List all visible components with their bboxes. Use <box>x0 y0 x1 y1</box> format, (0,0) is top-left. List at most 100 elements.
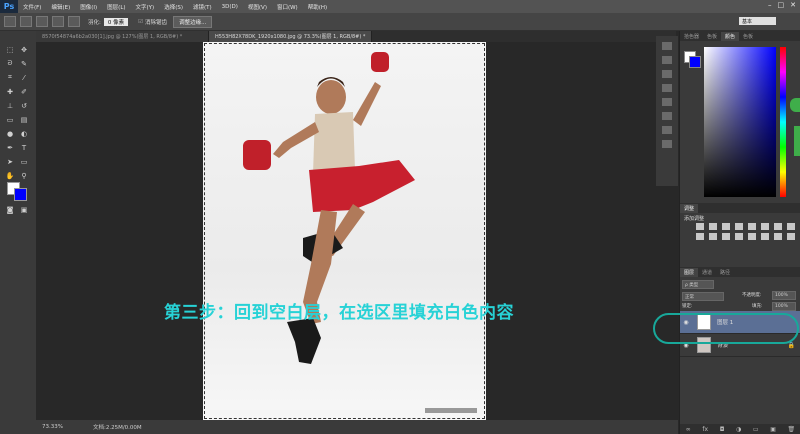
pen-tool-icon[interactable]: ✒ <box>5 143 15 152</box>
tab-channels[interactable]: 通道 <box>698 268 716 277</box>
type-tool-icon[interactable]: T <box>19 143 29 152</box>
levels-icon[interactable] <box>709 223 717 230</box>
menu-view[interactable]: 视图(V) <box>243 3 272 11</box>
blend-mode-select[interactable]: 正常 <box>682 292 724 301</box>
intersect-selection-icon[interactable] <box>68 16 80 27</box>
exposure-icon[interactable] <box>735 223 743 230</box>
hue-slider[interactable] <box>780 47 786 197</box>
quick-select-tool-icon[interactable]: ✎ <box>19 59 29 68</box>
close-button[interactable]: ✕ <box>790 1 796 9</box>
tab-document-2[interactable]: H553H82X78DK_1920x1080.jpg @ 73.3%(图层 1,… <box>209 31 372 42</box>
history-panel-icon[interactable] <box>662 42 672 50</box>
posterize-icon[interactable] <box>748 233 756 240</box>
gradient-tool-icon[interactable]: ▤ <box>19 115 29 124</box>
info-panel-icon[interactable] <box>662 84 672 92</box>
vibrance-icon[interactable] <box>748 223 756 230</box>
group-icon[interactable]: ▭ <box>753 426 759 433</box>
quick-mask-icon[interactable]: ◙ <box>5 205 15 214</box>
color-balance-icon[interactable] <box>774 223 782 230</box>
tab-picker[interactable]: 拾色器 <box>680 32 703 41</box>
canvas-area[interactable]: 第三步：回到空白层，在选区里填充白色内容 <box>36 42 678 420</box>
color-picker-field[interactable] <box>704 47 776 197</box>
menu-type[interactable]: 文字(Y) <box>131 3 160 11</box>
menu-file[interactable]: 文件(F) <box>18 3 46 11</box>
trash-icon[interactable]: 🗑 <box>787 426 795 433</box>
shape-tool-icon[interactable]: ▭ <box>19 157 29 166</box>
blur-tool-icon[interactable]: ● <box>5 129 15 138</box>
brush-panel-icon[interactable] <box>662 98 672 106</box>
zoom-level[interactable]: 73.33% <box>42 424 63 430</box>
invert-icon[interactable] <box>735 233 743 240</box>
subtract-selection-icon[interactable] <box>52 16 64 27</box>
dodge-tool-icon[interactable]: ◐ <box>19 129 29 138</box>
healing-tool-icon[interactable]: ✚ <box>5 87 15 96</box>
tab-swatches-2[interactable]: 色板 <box>739 32 757 41</box>
fill-input[interactable]: 100% <box>772 302 796 311</box>
menu-image[interactable]: 图像(I) <box>75 3 102 11</box>
workspace-select[interactable]: 基本 <box>739 17 776 25</box>
color-lookup-icon[interactable] <box>722 233 730 240</box>
mask-icon[interactable]: ◘ <box>720 426 725 433</box>
hand-tool-icon[interactable]: ✋ <box>5 171 15 180</box>
screen-mode-icon[interactable]: ▣ <box>19 205 29 214</box>
tab-adjustments[interactable]: 调整 <box>680 203 699 213</box>
history-brush-icon[interactable]: ↺ <box>19 101 29 110</box>
add-selection-icon[interactable] <box>36 16 48 27</box>
tab-layers[interactable]: 图层 <box>680 267 699 277</box>
tab-document-1[interactable]: 8570f54874a6b2a030[1].jpg @ 127%(图层 1, R… <box>36 31 209 42</box>
fx-icon[interactable]: fx <box>702 426 708 433</box>
floating-widget-bar[interactable] <box>794 126 800 156</box>
adjustment-layer-icon[interactable]: ◑ <box>736 426 741 433</box>
menu-3d[interactable]: 3D(D) <box>217 4 243 10</box>
paragraph-panel-icon[interactable] <box>662 140 672 148</box>
path-select-icon[interactable]: ➤ <box>5 157 15 166</box>
tab-paths[interactable]: 路径 <box>716 268 734 277</box>
marquee-tool-icon[interactable]: ⬚ <box>5 45 15 54</box>
menu-filter[interactable]: 滤镜(T) <box>188 3 217 11</box>
menu-edit[interactable]: 编辑(E) <box>46 3 75 11</box>
annotation-circle <box>653 313 799 344</box>
layer-kind-filter[interactable]: ρ 类型 <box>682 280 714 289</box>
tab-swatches[interactable]: 色板 <box>703 32 721 41</box>
brush-tool-icon[interactable]: ✐ <box>19 87 29 96</box>
eyedropper-tool-icon[interactable]: ⁄ <box>19 73 29 82</box>
selective-color-icon[interactable] <box>787 233 795 240</box>
lasso-tool-preset-icon[interactable] <box>4 16 16 27</box>
menu-select[interactable]: 选择(S) <box>159 3 188 11</box>
panel-background-swatch[interactable] <box>689 56 701 68</box>
gradient-map-icon[interactable] <box>774 233 782 240</box>
properties-panel-icon[interactable] <box>662 70 672 78</box>
hue-saturation-icon[interactable] <box>761 223 769 230</box>
threshold-icon[interactable] <box>761 233 769 240</box>
black-white-icon[interactable] <box>787 223 795 230</box>
actions-panel-icon[interactable] <box>662 56 672 64</box>
minimize-button[interactable]: – <box>768 1 772 9</box>
restore-button[interactable]: □ <box>778 1 785 9</box>
tab-color[interactable]: 颜色 <box>721 31 740 41</box>
lasso-tool-icon[interactable]: ᘐ <box>5 59 15 68</box>
curves-icon[interactable] <box>722 223 730 230</box>
stamp-tool-icon[interactable]: ⊥ <box>5 101 15 110</box>
opacity-input[interactable]: 100% <box>772 291 796 300</box>
menu-help[interactable]: 帮助(H) <box>303 3 332 11</box>
link-icon[interactable]: ∞ <box>686 426 691 433</box>
eraser-tool-icon[interactable]: ▭ <box>5 115 15 124</box>
background-color-swatch[interactable] <box>14 188 27 201</box>
zoom-tool-icon[interactable]: ⚲ <box>19 171 29 180</box>
feather-input[interactable]: 0 像素 <box>103 17 129 26</box>
photo-filter-icon[interactable] <box>696 233 704 240</box>
menu-window[interactable]: 窗口(W) <box>272 3 303 11</box>
menu-layer[interactable]: 图层(L) <box>102 3 130 11</box>
new-layer-icon[interactable]: ▣ <box>770 426 776 433</box>
antialias-checkbox[interactable]: ☑ <box>138 19 143 25</box>
character-panel-icon[interactable] <box>662 126 672 134</box>
new-selection-icon[interactable] <box>20 16 32 27</box>
refine-edge-button[interactable]: 调整边缘... <box>173 15 213 28</box>
brightness-icon[interactable] <box>696 223 704 230</box>
channel-mixer-icon[interactable] <box>709 233 717 240</box>
crop-tool-icon[interactable]: ⌗ <box>5 73 15 82</box>
document-canvas[interactable] <box>203 42 486 420</box>
floating-widget[interactable] <box>790 98 800 112</box>
move-tool-icon[interactable]: ✥ <box>19 45 29 54</box>
clone-source-icon[interactable] <box>662 112 672 120</box>
